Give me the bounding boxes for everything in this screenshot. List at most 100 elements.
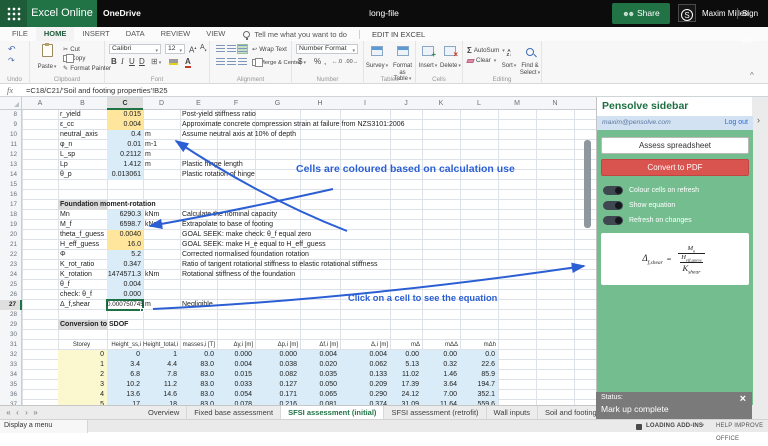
row-header-21[interactable]: 21: [0, 240, 22, 250]
cell-G32[interactable]: 0.000: [255, 350, 297, 360]
row-header-20[interactable]: 20: [0, 230, 22, 240]
row-header-15[interactable]: 15: [0, 180, 22, 190]
row-header-36[interactable]: 36: [0, 390, 22, 400]
column-header-K[interactable]: K: [422, 97, 460, 110]
ribbon-tab-insert[interactable]: INSERT: [74, 27, 117, 41]
cell-E35[interactable]: 83.0: [180, 380, 214, 390]
cell-B27[interactable]: Δ_f,shear: [60, 300, 90, 310]
row-header-14[interactable]: 14: [0, 170, 22, 180]
cell-C18[interactable]: 6290.3: [107, 210, 141, 220]
cell-D10[interactable]: m: [145, 130, 151, 140]
cell-C34[interactable]: 6.8: [107, 370, 140, 380]
cell-B35[interactable]: 3: [58, 380, 104, 390]
cell-H36[interactable]: 0.065: [300, 390, 337, 400]
cell-B9[interactable]: ε_cc: [60, 120, 74, 130]
formula-input[interactable]: =C18/C21/'Soil and footing properties'!B…: [26, 84, 168, 97]
cell-D27[interactable]: m: [145, 300, 151, 310]
spreadsheet-grid[interactable]: Cells are coloured based on calculation …: [0, 97, 596, 405]
cell-J34[interactable]: 11.02: [390, 370, 419, 380]
row-header-31[interactable]: 31: [0, 340, 22, 350]
cell-J32[interactable]: 0.00: [390, 350, 419, 360]
cell-B24[interactable]: K_rotation: [60, 270, 92, 280]
column-header-E[interactable]: E: [180, 97, 217, 110]
cell-B22[interactable]: Φ: [60, 250, 66, 260]
cell-B14[interactable]: θ_p: [60, 170, 72, 180]
onedrive-label[interactable]: OneDrive: [103, 0, 141, 27]
cell-E18[interactable]: Calculate the nominal capacity: [182, 210, 277, 220]
table-header-G[interactable]: Δp,i [m]: [255, 340, 298, 350]
cell-C11[interactable]: 0.01: [107, 140, 141, 150]
display-menu-button[interactable]: Display a menu: [0, 420, 88, 433]
cell-K33[interactable]: 0.32: [422, 360, 457, 370]
sidebar-collapse-icon[interactable]: ›: [757, 115, 760, 125]
cell-L36[interactable]: 352.1: [460, 390, 495, 400]
cell-D36[interactable]: 14.6: [143, 390, 177, 400]
logout-link[interactable]: Log out: [725, 116, 748, 130]
fill-handle[interactable]: [140, 308, 144, 312]
table-header-I[interactable]: Δ,i [m]: [340, 340, 388, 350]
cell-B34[interactable]: 2: [58, 370, 104, 380]
cell-G35[interactable]: 0.127: [255, 380, 297, 390]
font-color-icon[interactable]: A: [185, 58, 191, 68]
cell-C10[interactable]: 0.4: [107, 130, 141, 140]
cell-C27[interactable]: 0.000750745: [107, 300, 141, 310]
cell-G36[interactable]: 0.171: [255, 390, 297, 400]
cell-B13[interactable]: Lp: [60, 160, 68, 170]
cell-H35[interactable]: 0.050: [300, 380, 337, 390]
cell-B18[interactable]: Mn: [60, 210, 70, 220]
find-select-button[interactable]: Find & Select▾: [519, 43, 541, 80]
cell-G34[interactable]: 0.082: [255, 370, 297, 380]
tell-me-box[interactable]: Tell me what you want to do: [254, 30, 347, 39]
skype-badge[interactable]: S: [678, 4, 696, 22]
column-header-L[interactable]: L: [460, 97, 498, 110]
toggle-switch[interactable]: [603, 216, 623, 225]
cell-D18[interactable]: kNm: [145, 210, 159, 220]
cell-B17[interactable]: Foundation moment-rotation: [60, 200, 156, 210]
cell-B11[interactable]: φ_n: [60, 140, 72, 150]
format-as-table-button[interactable]: Format as Table▾: [390, 43, 415, 80]
row-header-22[interactable]: 22: [0, 250, 22, 260]
cell-D33[interactable]: 4.4: [143, 360, 177, 370]
align-left-icon[interactable]: [216, 58, 225, 66]
cell-I35[interactable]: 0.209: [340, 380, 387, 390]
cell-D12[interactable]: m: [145, 150, 151, 160]
ribbon-tab-view[interactable]: VIEW: [198, 27, 233, 41]
cell-C22[interactable]: 5.2: [107, 250, 141, 260]
file-name[interactable]: long-file: [284, 0, 484, 27]
cell-E13[interactable]: Plastic hinge length: [182, 160, 243, 170]
cell-B36[interactable]: 4: [58, 390, 104, 400]
number-format-combo[interactable]: Number Format▾: [296, 44, 358, 54]
row-header-34[interactable]: 34: [0, 370, 22, 380]
table-header-D[interactable]: Height_total,i: [143, 340, 178, 350]
column-header-F[interactable]: F: [217, 97, 255, 110]
row-header-18[interactable]: 18: [0, 210, 22, 220]
cell-H33[interactable]: 0.020: [300, 360, 337, 370]
row-header-11[interactable]: 11: [0, 140, 22, 150]
next-sheet-icon[interactable]: ›: [22, 406, 31, 419]
cell-E33[interactable]: 83.0: [180, 360, 214, 370]
cell-E27[interactable]: Negligible: [182, 300, 213, 310]
cell-D24[interactable]: kNm: [145, 270, 159, 280]
row-header-19[interactable]: 19: [0, 220, 22, 230]
row-header-13[interactable]: 13: [0, 160, 22, 170]
cell-E8[interactable]: Post-yield stiffness ratio: [182, 110, 256, 120]
row-header-8[interactable]: 8: [0, 110, 22, 120]
cell-J33[interactable]: 5.13: [390, 360, 419, 370]
cell-E32[interactable]: 0.0: [180, 350, 214, 360]
first-sheet-icon[interactable]: «: [4, 406, 13, 419]
sheet-tab[interactable]: Wall inputs: [487, 406, 538, 419]
cell-L33[interactable]: 22.6: [460, 360, 495, 370]
table-header-J[interactable]: mΔ: [390, 340, 420, 350]
column-header-H[interactable]: H: [300, 97, 340, 110]
table-header-E[interactable]: masses,i [T]: [180, 340, 215, 350]
cell-C19[interactable]: 6598.7: [107, 220, 141, 230]
align-bottom-icon[interactable]: [238, 45, 247, 53]
clear-button[interactable]: Clear▾: [467, 57, 496, 64]
column-header-D[interactable]: D: [143, 97, 180, 110]
sheet-tab[interactable]: SFSI assessment (retrofit): [384, 406, 486, 419]
cell-K36[interactable]: 7.00: [422, 390, 457, 400]
cell-C35[interactable]: 10.2: [107, 380, 140, 390]
row-header-10[interactable]: 10: [0, 130, 22, 140]
sheet-tab[interactable]: Overview: [141, 406, 187, 419]
column-header-G[interactable]: G: [255, 97, 300, 110]
